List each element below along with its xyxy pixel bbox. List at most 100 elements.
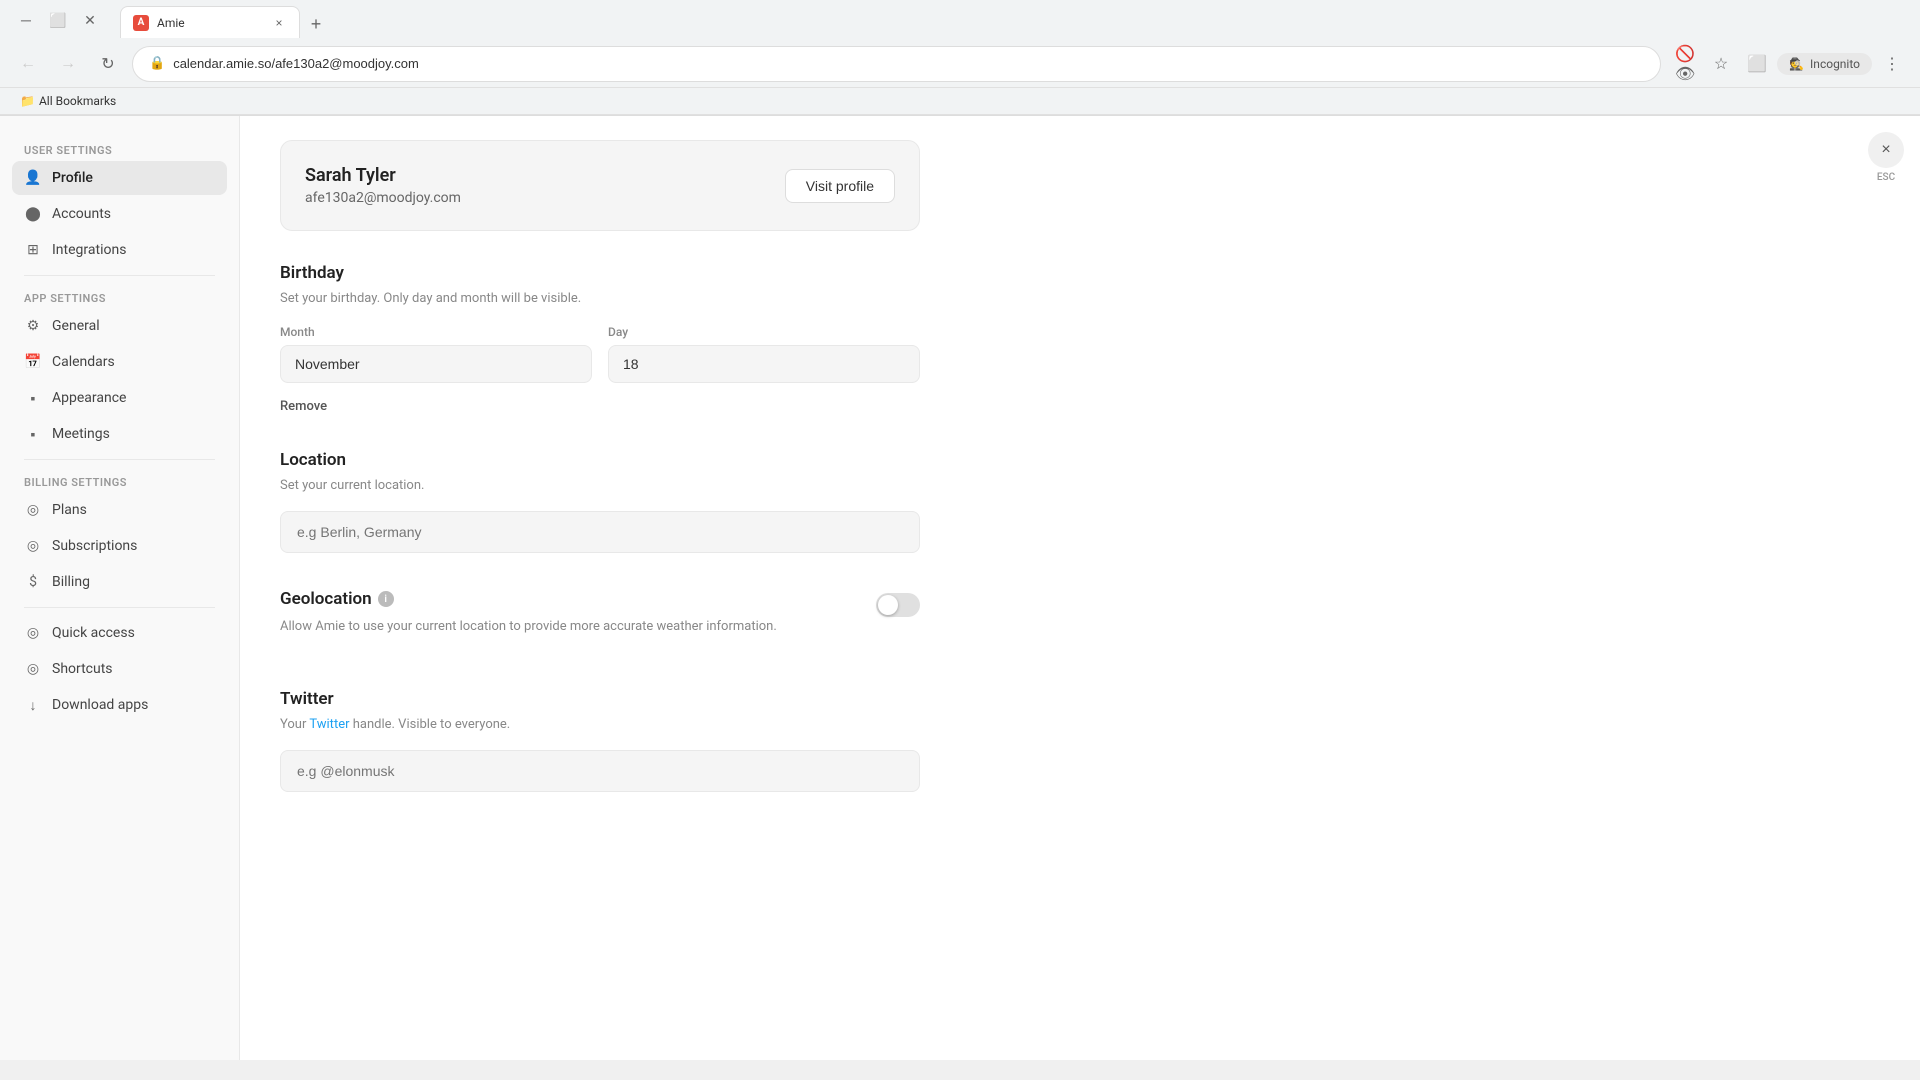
profile-icon: 👤: [24, 169, 42, 187]
day-field-group: Day: [608, 325, 920, 383]
sidebar-item-profile[interactable]: 👤 Profile: [12, 161, 227, 195]
sidebar-item-download-apps[interactable]: ↓ Download apps: [12, 688, 227, 722]
sidebar-item-billing[interactable]: $ Billing: [12, 565, 227, 599]
toggle-slider: [876, 593, 920, 617]
sidebar-label-accounts: Accounts: [52, 206, 111, 222]
lock-icon: 🔒: [149, 56, 165, 71]
bookmarks-folder-icon: 📁: [20, 94, 35, 108]
bookmark-button[interactable]: ☆: [1705, 48, 1737, 80]
sidebar-label-quick-access: Quick access: [52, 625, 135, 641]
twitter-link[interactable]: Twitter: [309, 717, 349, 732]
sidebar-label-meetings: Meetings: [52, 426, 110, 442]
sidebar-label-profile: Profile: [52, 170, 93, 186]
browser-titlebar: ─ ⬜ ✕ A Amie × +: [0, 0, 1920, 40]
sidebar-item-shortcuts[interactable]: ◎ Shortcuts: [12, 652, 227, 686]
download-apps-icon: ↓: [24, 696, 42, 714]
tab-bar: A Amie × +: [112, 2, 338, 38]
tab-title: Amie: [157, 16, 263, 30]
bookmarks-item[interactable]: 📁 All Bookmarks: [12, 92, 124, 110]
sidebar-item-plans[interactable]: ◎ Plans: [12, 493, 227, 527]
twitter-input[interactable]: [280, 750, 920, 792]
close-settings-button[interactable]: ×: [1868, 132, 1904, 168]
location-input[interactable]: [280, 511, 920, 553]
geolocation-title-text: Geolocation: [280, 589, 372, 609]
address-bar[interactable]: 🔒: [132, 46, 1661, 82]
birthday-inputs-row: Month Day: [280, 325, 920, 383]
incognito-badge[interactable]: 🕵️ Incognito: [1777, 53, 1872, 75]
browser-chrome: ─ ⬜ ✕ A Amie × + ← → ↻ 🔒 🚫👁 ☆ ⬜: [0, 0, 1920, 116]
sidebar-label-subscriptions: Subscriptions: [52, 538, 137, 554]
more-button[interactable]: ⋮: [1876, 48, 1908, 80]
remove-birthday-button[interactable]: Remove: [280, 399, 327, 414]
sidebar-item-general[interactable]: ⚙ General: [12, 309, 227, 343]
location-section: Location Set your current location.: [280, 450, 920, 554]
sidebar-divider-3: [24, 607, 215, 608]
geolocation-left: Geolocation i Allow Amie to use your cur…: [280, 589, 856, 653]
general-icon: ⚙: [24, 317, 42, 335]
geolocation-toggle[interactable]: [876, 593, 920, 617]
new-tab-button[interactable]: +: [302, 10, 330, 38]
sidebar-label-integrations: Integrations: [52, 242, 126, 258]
sidebar-label-plans: Plans: [52, 502, 87, 518]
twitter-section: Twitter Your Twitter handle. Visible to …: [280, 689, 920, 793]
app-settings-label: App Settings: [12, 284, 227, 309]
app-container: User Settings 👤 Profile ⬤ Accounts ⊞ Int…: [0, 116, 1920, 1060]
billing-icon: $: [24, 573, 42, 591]
quick-access-icon: ◎: [24, 624, 42, 642]
calendars-icon: 📅: [24, 353, 42, 371]
sidebar-label-download-apps: Download apps: [52, 697, 148, 713]
sidebar-label-appearance: Appearance: [52, 390, 126, 406]
active-tab[interactable]: A Amie ×: [120, 6, 300, 38]
no-tracking-button[interactable]: 🚫👁: [1669, 48, 1701, 80]
profile-email: afe130a2@moodjoy.com: [305, 190, 461, 206]
tab-close-button[interactable]: ×: [271, 15, 287, 31]
incognito-icon: 🕵️: [1789, 57, 1804, 71]
sidebar-item-appearance[interactable]: ▪ Appearance: [12, 381, 227, 415]
sidebar-divider-1: [24, 275, 215, 276]
sidebar-item-accounts[interactable]: ⬤ Accounts: [12, 197, 227, 231]
birthday-title: Birthday: [280, 263, 920, 283]
twitter-description: Your Twitter handle. Visible to everyone…: [280, 715, 920, 735]
subscriptions-icon: ◎: [24, 537, 42, 555]
profile-header-card: Sarah Tyler afe130a2@moodjoy.com Visit p…: [280, 140, 920, 231]
refresh-button[interactable]: ↻: [92, 48, 124, 80]
toolbar-actions: 🚫👁 ☆ ⬜ 🕵️ Incognito ⋮: [1669, 48, 1908, 80]
sidebar-label-shortcuts: Shortcuts: [52, 661, 113, 677]
month-input[interactable]: [280, 345, 592, 383]
sidebar-divider-2: [24, 459, 215, 460]
sidebar-label-calendars: Calendars: [52, 354, 115, 370]
close-window-button[interactable]: ✕: [76, 6, 104, 34]
sidebar-item-quick-access[interactable]: ◎ Quick access: [12, 616, 227, 650]
location-description: Set your current location.: [280, 476, 920, 496]
geolocation-title-row: Geolocation i: [280, 589, 856, 609]
day-input[interactable]: [608, 345, 920, 383]
back-button[interactable]: ←: [12, 48, 44, 80]
shortcuts-icon: ◎: [24, 660, 42, 678]
geolocation-info-icon[interactable]: i: [378, 591, 394, 607]
sidebar-item-subscriptions[interactable]: ◎ Subscriptions: [12, 529, 227, 563]
restore-button[interactable]: ⬜: [44, 6, 72, 34]
forward-button[interactable]: →: [52, 48, 84, 80]
month-field-group: Month: [280, 325, 592, 383]
plans-icon: ◎: [24, 501, 42, 519]
split-view-button[interactable]: ⬜: [1741, 48, 1773, 80]
close-overlay: × ESC: [1868, 132, 1904, 183]
geolocation-description: Allow Amie to use your current location …: [280, 617, 856, 637]
geolocation-row: Geolocation i Allow Amie to use your cur…: [280, 589, 920, 653]
bookmarks-bar: 📁 All Bookmarks: [0, 88, 1920, 115]
profile-header-wrapper: Sarah Tyler afe130a2@moodjoy.com Visit p…: [280, 140, 920, 231]
sidebar-item-meetings[interactable]: ▪ Meetings: [12, 417, 227, 451]
minimize-button[interactable]: ─: [12, 6, 40, 34]
sidebar: User Settings 👤 Profile ⬤ Accounts ⊞ Int…: [0, 116, 240, 1060]
month-label: Month: [280, 325, 592, 339]
profile-info: Sarah Tyler afe130a2@moodjoy.com: [305, 165, 461, 206]
visit-profile-button[interactable]: Visit profile: [785, 169, 895, 203]
bookmarks-label: All Bookmarks: [39, 94, 116, 108]
sidebar-item-calendars[interactable]: 📅 Calendars: [12, 345, 227, 379]
twitter-title: Twitter: [280, 689, 920, 709]
sidebar-item-integrations[interactable]: ⊞ Integrations: [12, 233, 227, 267]
billing-settings-label: Billing Settings: [12, 468, 227, 493]
sidebar-label-general: General: [52, 318, 100, 334]
profile-name: Sarah Tyler: [305, 165, 461, 186]
url-input[interactable]: [173, 56, 1644, 71]
